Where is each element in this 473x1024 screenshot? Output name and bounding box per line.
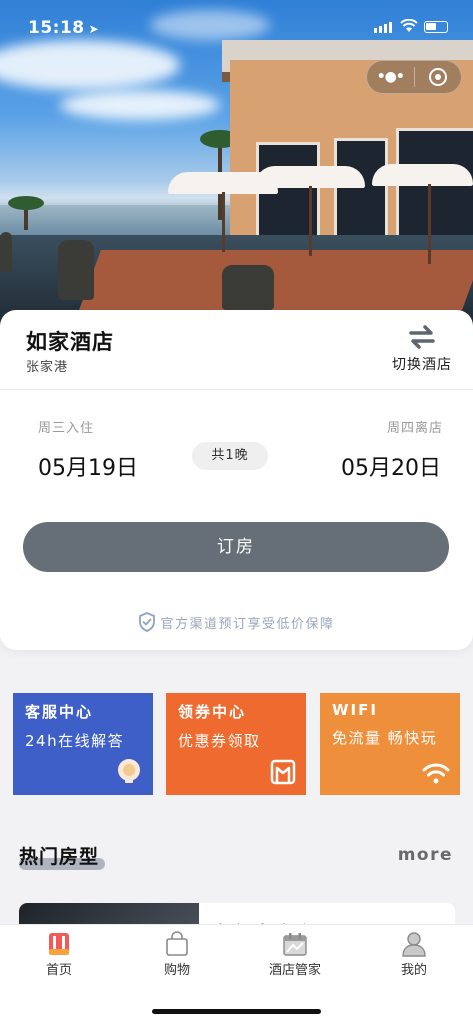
tab-home-label: 首页 — [45, 963, 72, 978]
status-bar: 15:18 ➤ — [0, 0, 473, 50]
price-guarantee-text: 官方渠道预订享受低价保障 — [160, 617, 335, 632]
more-link[interactable]: more — [398, 845, 453, 865]
cellular-signal-icon — [374, 22, 392, 33]
tab-shopping[interactable]: 购物 — [137, 931, 217, 978]
nights-badge: 共1晚 — [192, 442, 268, 470]
wifi-title: WIFI — [332, 701, 378, 719]
customer-service-tile[interactable]: 客服中心 24h在线解答 — [13, 693, 153, 795]
wifi-subtitle: 免流量 畅快玩 — [332, 729, 438, 747]
home-indicator — [152, 1009, 321, 1014]
location-arrow-icon: ➤ — [88, 22, 100, 36]
wifi-status-icon — [400, 19, 418, 32]
customer-service-title: 客服中心 — [25, 703, 94, 721]
wifi-tile[interactable]: WIFI 免流量 畅快玩 — [320, 693, 460, 795]
more-dots-icon[interactable]: •●• — [367, 69, 414, 85]
customer-service-subtitle: 24h在线解答 — [25, 732, 125, 750]
target-close-icon[interactable] — [414, 68, 461, 86]
tab-hotel-butler-label: 酒店管家 — [268, 963, 321, 978]
battery-icon — [424, 21, 448, 33]
checkout-date[interactable]: 05月20日 — [341, 450, 441, 482]
coupon-center-subtitle: 优惠券领取 — [178, 732, 261, 750]
checkin-label: 周三入住 — [38, 421, 95, 436]
card-divider — [0, 389, 473, 390]
coupon-icon — [270, 759, 296, 785]
checkout-label: 周四离店 — [386, 421, 443, 436]
headset-icon — [118, 759, 140, 783]
shopping-bag-icon — [166, 931, 188, 956]
wifi-icon — [422, 763, 450, 784]
hotel-name: 如家酒店 — [26, 330, 114, 354]
swap-arrows-icon — [409, 325, 435, 349]
status-time: 15:18 ➤ — [28, 18, 99, 38]
tab-mine-label: 我的 — [400, 963, 427, 978]
coupon-center-title: 领券中心 — [178, 703, 247, 721]
checkin-date[interactable]: 05月19日 — [38, 450, 138, 482]
status-time-text: 15:18 — [28, 18, 85, 38]
coupon-center-tile[interactable]: 领券中心 优惠券领取 — [166, 693, 306, 795]
switch-hotel-button[interactable]: 切换酒店 — [387, 324, 457, 374]
tab-hotel-butler[interactable]: 酒店管家 — [255, 931, 335, 978]
hot-rooms-title: 热门房型 — [19, 846, 100, 868]
book-room-button[interactable]: 订房 — [23, 522, 449, 572]
price-guarantee: 官方渠道预订享受低价保障 — [0, 612, 473, 632]
miniprogram-capsule: •●• — [366, 60, 462, 94]
shield-check-icon — [139, 612, 156, 632]
home-icon — [49, 933, 69, 955]
user-icon — [402, 932, 426, 957]
hotel-city: 张家港 — [26, 360, 69, 375]
booking-card: 如家酒店 张家港 切换酒店 周三入住 05月19日 共1晚 周四离店 05月20… — [0, 310, 473, 650]
tab-home[interactable]: 首页 — [19, 931, 99, 978]
switch-hotel-label: 切换酒店 — [392, 357, 452, 373]
tab-shopping-label: 购物 — [163, 963, 190, 978]
tab-mine[interactable]: 我的 — [374, 931, 454, 978]
calendar-icon — [283, 933, 307, 956]
